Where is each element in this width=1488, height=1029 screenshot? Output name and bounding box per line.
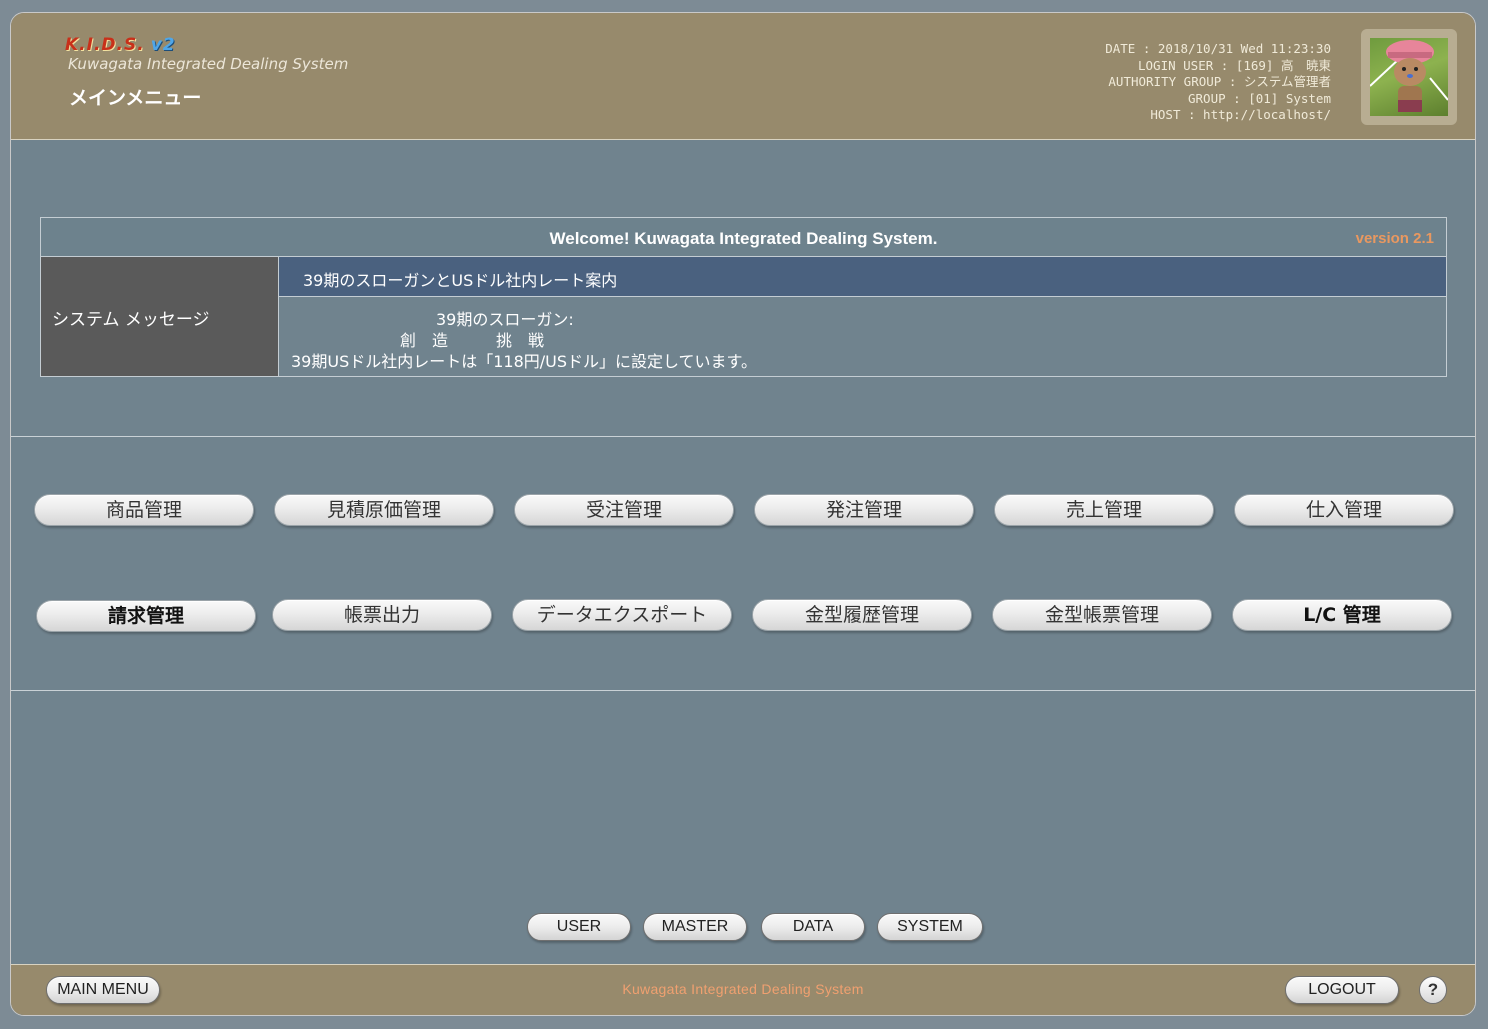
logo-text: K.I.D.S. xyxy=(65,35,145,55)
info-authority-group: AUTHORITY GROUP : システム管理者 xyxy=(1108,74,1331,90)
user-button[interactable]: USER xyxy=(527,913,631,941)
footer-system-name: Kuwagata Integrated Dealing System xyxy=(622,981,864,997)
info-date: DATE : 2018/10/31 Wed 11:23:30 xyxy=(1105,41,1331,56)
data-export-button[interactable]: データエクスポート xyxy=(512,599,732,631)
message-subject-row: 39期のスローガンとUSドル社内レート案内 xyxy=(279,257,1446,297)
procurement-management-button[interactable]: 仕入管理 xyxy=(1234,494,1454,526)
purchase-order-management-button[interactable]: 発注管理 xyxy=(754,494,974,526)
data-button[interactable]: DATA xyxy=(761,913,865,941)
logo-subtitle: Kuwagata Integrated Dealing System xyxy=(68,55,349,73)
avatar-image xyxy=(1370,38,1448,116)
estimate-cost-management-button[interactable]: 見積原価管理 xyxy=(274,494,494,526)
lc-management-button[interactable]: L/C 管理 xyxy=(1232,599,1452,631)
order-received-management-button[interactable]: 受注管理 xyxy=(514,494,734,526)
mold-report-management-button[interactable]: 金型帳票管理 xyxy=(992,599,1212,631)
message-subject: 39期のスローガンとUSドル社内レート案内 xyxy=(303,271,618,290)
avatar-character-icon xyxy=(1370,40,1448,112)
info-group: GROUP : [01] System xyxy=(1188,90,1331,106)
help-icon[interactable]: ? xyxy=(1419,976,1447,1004)
message-body-line-3: 39期USドル社内レートは「118円/USドル」に設定しています。 xyxy=(291,352,757,371)
message-side-cell: システム メッセージ xyxy=(41,257,279,376)
info-login-user: LOGIN USER : [169] 高 暁東 xyxy=(1138,57,1331,73)
info-host: HOST : http://localhost/ xyxy=(1150,107,1331,123)
product-management-button[interactable]: 商品管理 xyxy=(34,494,254,526)
header-bar: K.I.D.S. v2 Kuwagata Integrated Dealing S… xyxy=(11,13,1475,140)
footer-bar: MAIN MENU Kuwagata Integrated Dealing Sy… xyxy=(11,964,1475,1015)
billing-management-button[interactable]: 請求管理 xyxy=(36,600,256,632)
message-header: Welcome! Kuwagata Integrated Dealing Sys… xyxy=(41,218,1446,257)
session-info: DATE : 2018/10/31 Wed 11:23:30 LOGIN USE… xyxy=(1105,41,1331,124)
logo-version: v2 xyxy=(150,35,176,55)
app-logo: K.I.D.S. v2 xyxy=(65,35,176,55)
master-button[interactable]: MASTER xyxy=(643,913,747,941)
version-label: version 2.1 xyxy=(1355,230,1434,247)
main-window: K.I.D.S. v2 Kuwagata Integrated Dealing S… xyxy=(10,12,1476,1016)
system-button[interactable]: SYSTEM xyxy=(877,913,983,941)
report-output-button[interactable]: 帳票出力 xyxy=(272,599,492,631)
message-body: 39期のスローガン: 創 造 挑 戦 39期USドル社内レートは「118円/US… xyxy=(279,297,1446,376)
section-divider xyxy=(11,690,1475,691)
system-message-table: Welcome! Kuwagata Integrated Dealing Sys… xyxy=(40,217,1447,377)
section-divider xyxy=(11,436,1475,437)
avatar xyxy=(1361,29,1457,125)
welcome-text: Welcome! Kuwagata Integrated Dealing Sys… xyxy=(549,229,938,248)
page-title: メインメニュー xyxy=(69,87,202,109)
logout-button[interactable]: LOGOUT xyxy=(1285,976,1399,1004)
system-message-label: システム メッセージ xyxy=(52,310,210,330)
mold-history-management-button[interactable]: 金型履歴管理 xyxy=(752,599,972,631)
sales-management-button[interactable]: 売上管理 xyxy=(994,494,1214,526)
